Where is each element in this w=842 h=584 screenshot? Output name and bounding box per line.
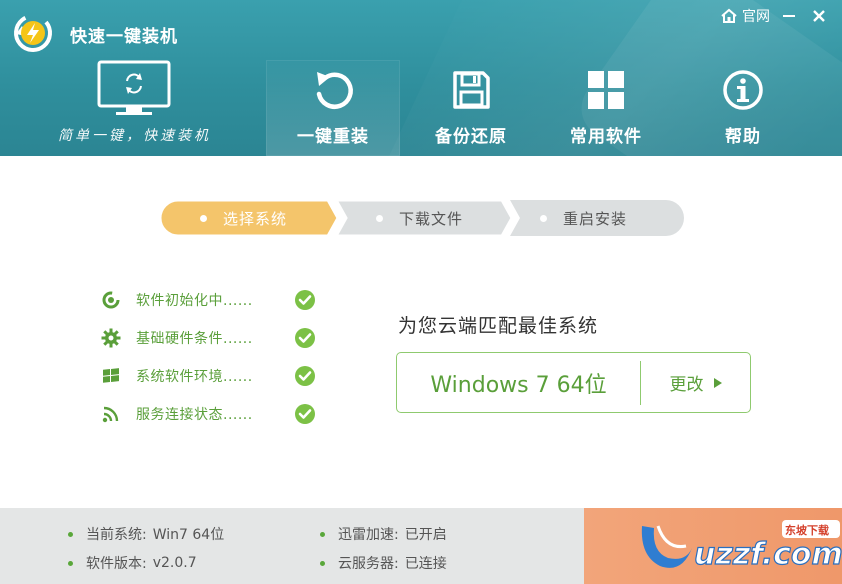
play-arrow-icon bbox=[713, 377, 722, 388]
status-value: 已开启 bbox=[404, 527, 447, 543]
nav-reinstall[interactable]: 一键重装 bbox=[266, 60, 400, 156]
status-key: 迅雷加速: bbox=[338, 527, 399, 543]
check-label: 基础硬件条件...... bbox=[136, 331, 253, 347]
status-cloud-server: 云服务器: 已连接 bbox=[320, 553, 447, 573]
init-spinner-icon bbox=[102, 291, 120, 309]
os-selection-box: Windows 7 64位 更改 bbox=[396, 352, 751, 413]
close-icon bbox=[813, 10, 825, 22]
status-software-version: 软件版本: v2.0.7 bbox=[68, 553, 197, 573]
check-ok-icon bbox=[295, 366, 315, 386]
official-site-link[interactable]: 官网 bbox=[720, 6, 770, 26]
check-row-service: 服务连接状态...... bbox=[100, 402, 330, 426]
bullet-icon bbox=[320, 560, 325, 566]
close-button[interactable] bbox=[808, 7, 830, 25]
windows-logo-icon bbox=[103, 368, 119, 383]
step-dot bbox=[376, 214, 383, 222]
apps-grid-icon bbox=[588, 71, 624, 109]
bullet-icon bbox=[320, 531, 325, 537]
watermark-swoosh-line bbox=[656, 525, 687, 549]
slogan: 简单一键，快速装机 bbox=[58, 128, 211, 144]
check-ok-icon bbox=[295, 404, 315, 424]
step-label: 选择系统 bbox=[223, 209, 288, 228]
app-logo-icon bbox=[14, 14, 52, 52]
step-progress: 选择系统 下载文件 重启安装 bbox=[160, 200, 684, 236]
minimize-button[interactable] bbox=[778, 7, 800, 25]
nav-label: 常用软件 bbox=[570, 127, 642, 147]
bullet-icon bbox=[68, 531, 73, 537]
check-label: 软件初始化中...... bbox=[136, 293, 253, 309]
bullet-icon bbox=[68, 560, 73, 566]
change-os-button[interactable]: 更改 bbox=[641, 370, 750, 395]
refresh-icon bbox=[316, 72, 353, 109]
watermark-badge: 东坡下载 bbox=[785, 523, 829, 537]
step-label: 重启安装 bbox=[563, 209, 628, 228]
match-title: 为您云端匹配最佳系统 bbox=[398, 315, 599, 337]
status-current-system: 当前系统: Win7 64位 bbox=[68, 524, 224, 544]
status-key: 云服务器: bbox=[338, 556, 399, 572]
minimize-icon bbox=[783, 15, 795, 17]
step-dot bbox=[200, 214, 207, 222]
nav-label: 备份还原 bbox=[435, 127, 507, 147]
home-icon bbox=[721, 8, 737, 23]
window-controls: 官网 bbox=[720, 6, 830, 26]
watermark-text: uzzf.com bbox=[694, 537, 842, 572]
nav-label: 一键重装 bbox=[297, 127, 369, 147]
official-site-label: 官网 bbox=[742, 9, 770, 25]
status-key: 软件版本: bbox=[86, 556, 147, 572]
watermark-logo: uzzf.com 东坡下载 bbox=[641, 520, 842, 573]
status-key: 当前系统: bbox=[86, 527, 147, 543]
nav-help[interactable]: 帮助 bbox=[676, 60, 810, 156]
step-restart-install: 重启安装 bbox=[540, 200, 627, 236]
step-dot bbox=[540, 214, 547, 222]
step-download-files: 下载文件 bbox=[376, 200, 463, 236]
check-row-hardware: 基础硬件条件...... bbox=[100, 326, 330, 350]
header-bar: 快速一键装机 简单一键，快速装机 官网 一键重装 备份还原 常用软件 帮助 bbox=[0, 0, 842, 156]
nav-backup[interactable]: 备份还原 bbox=[404, 60, 538, 156]
check-ok-icon bbox=[295, 328, 315, 348]
check-label: 系统软件环境...... bbox=[136, 369, 253, 385]
status-value: 已连接 bbox=[404, 556, 447, 572]
wifi-signal-icon bbox=[102, 406, 119, 423]
status-value: v2.0.7 bbox=[152, 555, 197, 571]
nav-software[interactable]: 常用软件 bbox=[539, 60, 673, 156]
monitor-icon bbox=[97, 60, 171, 115]
step-label: 下载文件 bbox=[399, 209, 464, 228]
check-ok-icon bbox=[295, 290, 315, 310]
info-icon bbox=[723, 70, 763, 110]
status-value: Win7 64位 bbox=[152, 527, 225, 543]
check-row-init: 软件初始化中...... bbox=[100, 288, 330, 312]
check-label: 服务连接状态...... bbox=[136, 407, 253, 423]
check-row-software-env: 系统软件环境...... bbox=[100, 364, 330, 388]
change-os-label: 更改 bbox=[669, 375, 704, 395]
save-disk-icon bbox=[453, 71, 490, 109]
app-title: 快速一键装机 bbox=[70, 27, 178, 47]
gear-icon bbox=[101, 328, 121, 348]
step-select-system: 选择系统 bbox=[200, 200, 287, 236]
nav-label: 帮助 bbox=[725, 127, 761, 147]
os-name: Windows 7 64位 bbox=[430, 372, 607, 398]
status-thunder-accel: 迅雷加速: 已开启 bbox=[320, 524, 447, 544]
